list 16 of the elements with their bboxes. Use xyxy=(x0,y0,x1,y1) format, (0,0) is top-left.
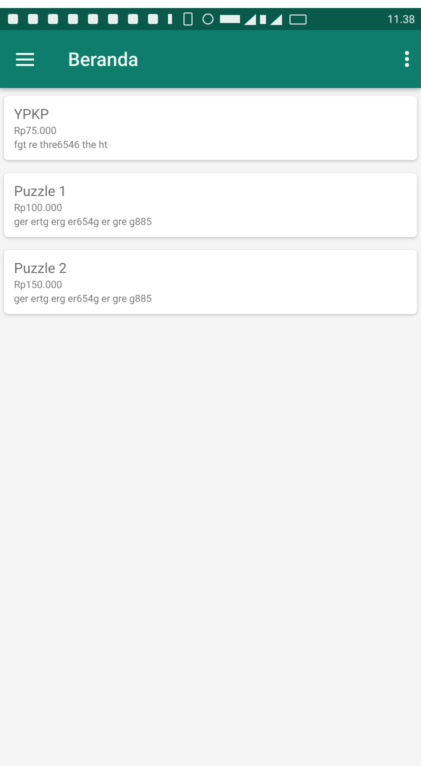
product-price: Rp100.000 xyxy=(14,203,64,214)
product-price: Rp75.000 xyxy=(14,126,58,137)
status-time: 11.38 xyxy=(387,12,415,26)
product-name: YPKP xyxy=(14,107,50,123)
product-description: fgt re thre6546 the ht xyxy=(14,140,108,151)
product-price: Rp150.000 xyxy=(14,280,64,291)
product-card[interactable]: Puzzle 1 Rp100.000 ger ertg erg er654g er gre g885 xyxy=(4,173,417,237)
product-description: ger ertg erg er654g er gre g885 xyxy=(14,217,153,228)
more-options-icon[interactable] xyxy=(405,51,409,67)
product-name: Puzzle 2 xyxy=(14,261,68,277)
product-card[interactable]: Puzzle 2 Rp150.000 ger ertg erg er654g er gre g885 xyxy=(4,250,417,314)
product-description: ger ertg erg er654g er gre g885 xyxy=(14,294,153,305)
product-name: Puzzle 1 xyxy=(14,184,68,200)
product-card[interactable]: YPKP Rp75.000 fgt re thre6546 the ht xyxy=(4,96,417,160)
app-title: Beranda xyxy=(68,48,138,70)
menu-icon[interactable] xyxy=(16,52,34,66)
